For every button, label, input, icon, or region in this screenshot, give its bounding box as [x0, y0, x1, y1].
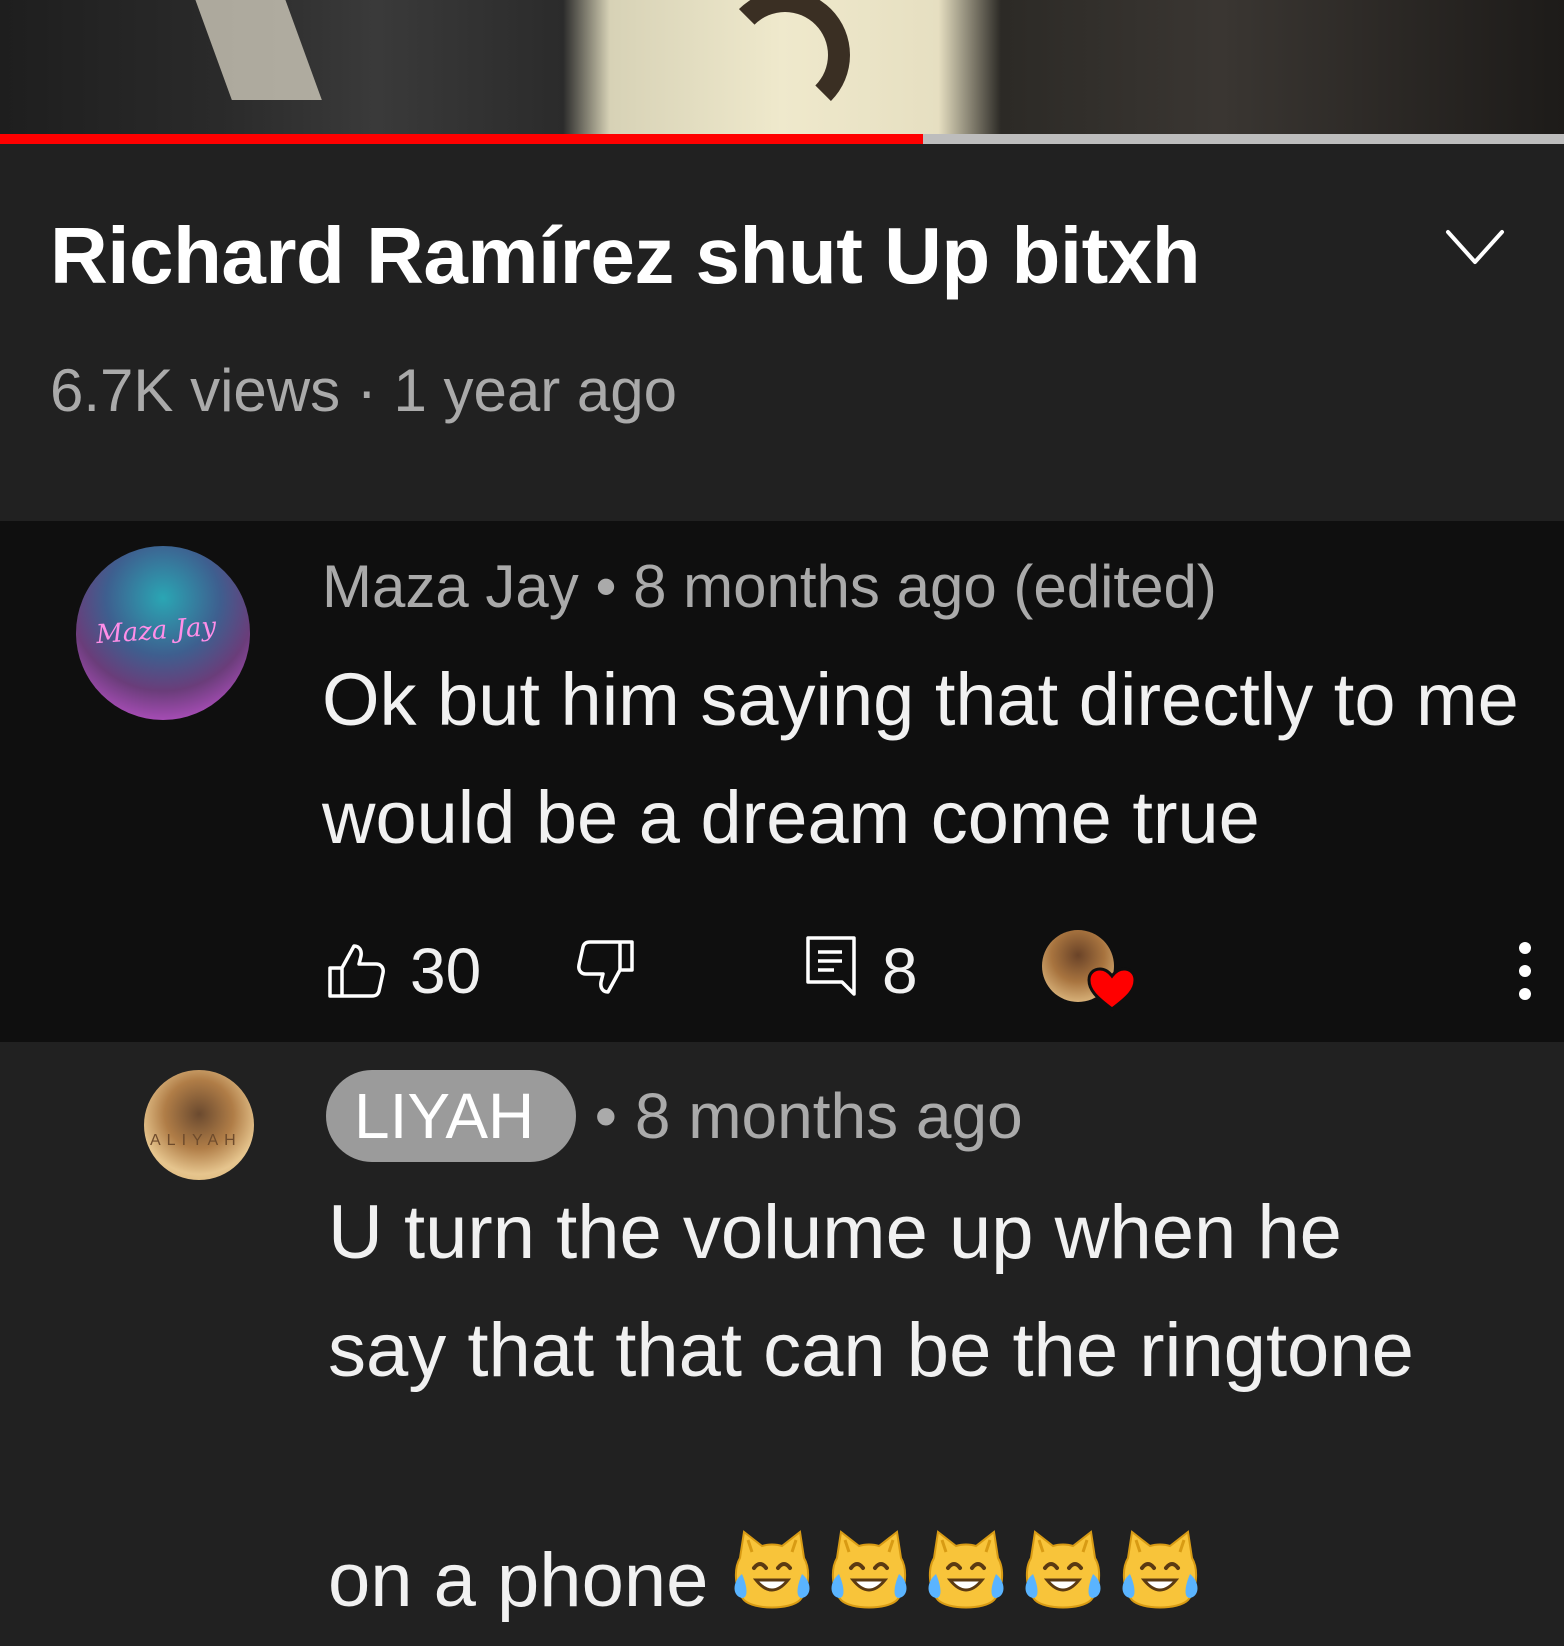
thumbs-down-icon[interactable] — [576, 938, 636, 996]
reply-text: U turn the volume up when he say that th… — [328, 1174, 1564, 1646]
cat-tears-of-joy-emoji — [730, 1410, 814, 1609]
cat-tears-of-joy-emoji — [924, 1410, 1008, 1609]
video-frame-shape — [720, 0, 850, 120]
cat-tears-of-joy-emoji — [1118, 1410, 1202, 1609]
video-progress-fill — [0, 134, 923, 144]
video-frame-shape — [188, 0, 322, 100]
avatar[interactable]: ALIYAH — [144, 1070, 254, 1180]
comment-actions: 30 8 — [0, 930, 1564, 1011]
cat-tears-of-joy-emoji — [827, 1410, 911, 1609]
cat-tears-of-joy-emoji — [1021, 1410, 1105, 1609]
comment-time: 8 months ago (edited) — [633, 553, 1217, 620]
avatar-text: Maza Jay — [95, 611, 218, 651]
chevron-down-icon[interactable] — [1444, 226, 1506, 270]
more-vertical-icon[interactable] — [1512, 936, 1538, 1006]
heart-icon — [1087, 967, 1137, 1011]
video-progress-bar[interactable] — [0, 134, 1564, 144]
comment-text: Ok but him saying that directly to me wo… — [322, 658, 1519, 859]
like-count: 30 — [410, 935, 482, 1007]
reply-header: LIYAH • 8 months ago — [326, 1070, 1023, 1164]
comment-header: Maza Jay • 8 months ago (edited) — [322, 552, 1217, 621]
emoji-row — [730, 1410, 1215, 1646]
video-meta: 6.7K views · 1 year ago — [50, 357, 677, 424]
avatar-text: ALIYAH — [150, 1132, 242, 1149]
separator-dot: • — [595, 553, 617, 620]
avatar[interactable]: Maza Jay — [76, 546, 250, 720]
video-player[interactable] — [0, 0, 1564, 134]
reply-time-value: 8 months ago — [634, 1080, 1023, 1152]
comment-icon[interactable] — [804, 934, 858, 998]
comment-author[interactable]: Maza Jay — [322, 553, 579, 620]
thumbs-up-icon[interactable] — [326, 942, 386, 1000]
reply-count: 8 — [882, 935, 918, 1007]
video-title[interactable]: Richard Ramírez shut Up bitxh — [50, 212, 1201, 300]
reply-time: • 8 months ago — [594, 1080, 1023, 1152]
reply-author-chip[interactable]: LIYAH — [326, 1070, 577, 1162]
